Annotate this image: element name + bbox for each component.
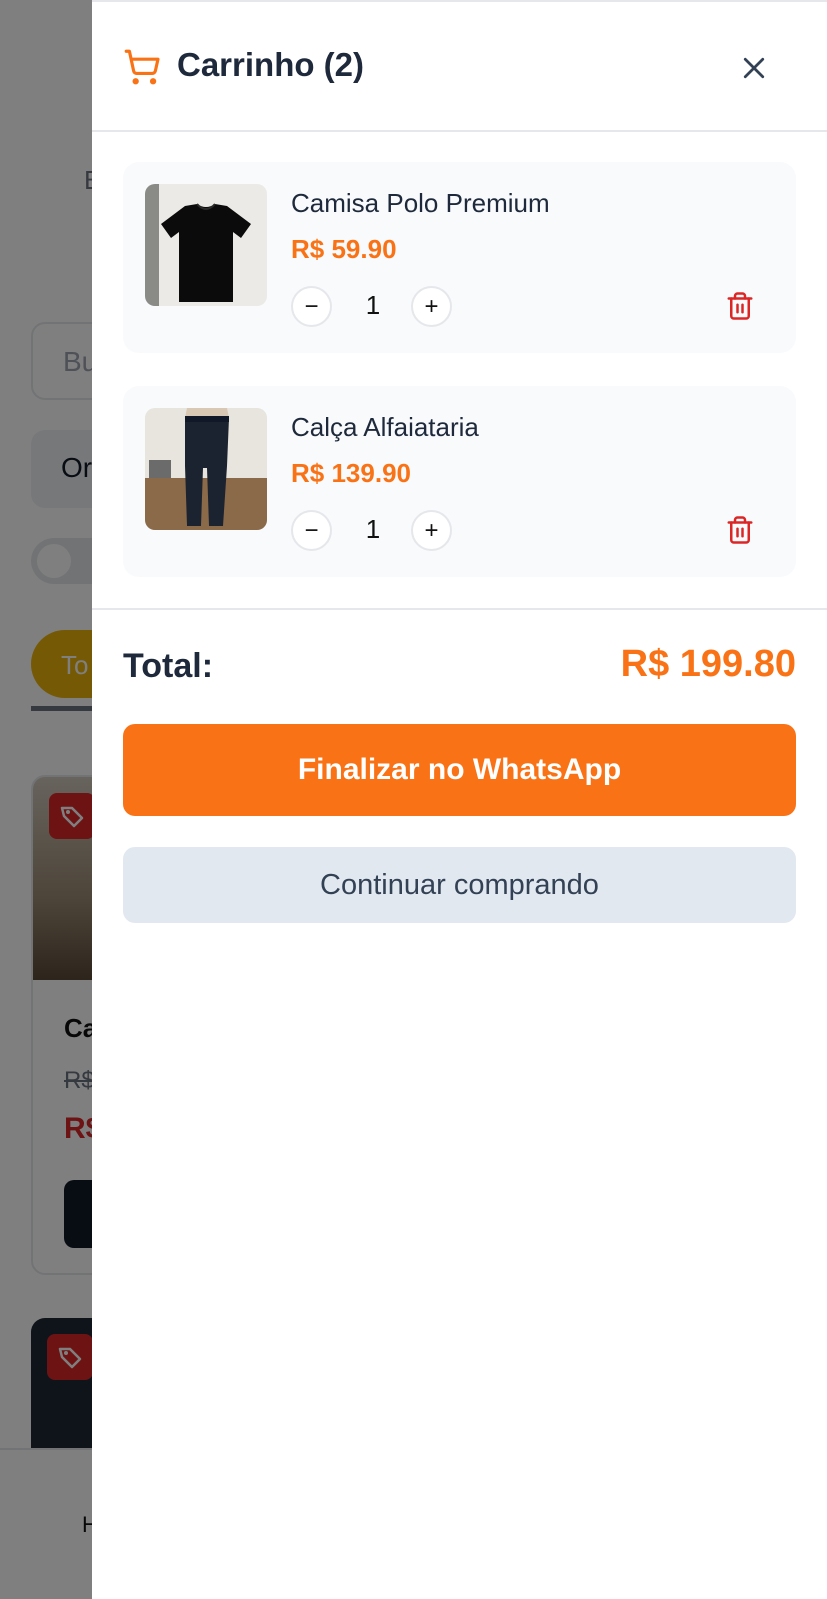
item-quantity: 1 [365,514,381,544]
decrease-quantity-button[interactable]: − [291,286,332,327]
trash-icon[interactable] [725,290,755,322]
item-price: R$ 59.90 [291,234,397,264]
cart-header: Carrinho (2) [92,2,827,132]
close-button[interactable] [732,46,776,90]
cart-title: Carrinho (2) [177,46,365,83]
cart-item: Calça Alfaiataria R$ 139.90 − 1 + [123,386,796,577]
total-value: R$ 199.80 [620,643,796,685]
divider [92,608,827,610]
close-icon [743,57,765,79]
continue-shopping-button[interactable]: Continuar comprando [123,847,796,923]
item-price: R$ 139.90 [291,458,411,488]
item-quantity: 1 [365,290,381,320]
increase-quantity-button[interactable]: + [411,510,452,551]
cart-icon [124,49,160,85]
total-label: Total: [123,647,214,685]
item-name: Camisa Polo Premium [291,188,550,218]
cart-item: Camisa Polo Premium R$ 59.90 − 1 + [123,162,796,353]
product-image-tshirt [145,184,267,306]
checkout-whatsapp-button[interactable]: Finalizar no WhatsApp [123,724,796,816]
product-image-pants [145,408,267,530]
trash-icon[interactable] [725,514,755,546]
cart-drawer: Carrinho (2) Camisa Polo Premium R$ 59.9… [92,0,827,1599]
decrease-quantity-button[interactable]: − [291,510,332,551]
item-name: Calça Alfaiataria [291,412,479,442]
increase-quantity-button[interactable]: + [411,286,452,327]
